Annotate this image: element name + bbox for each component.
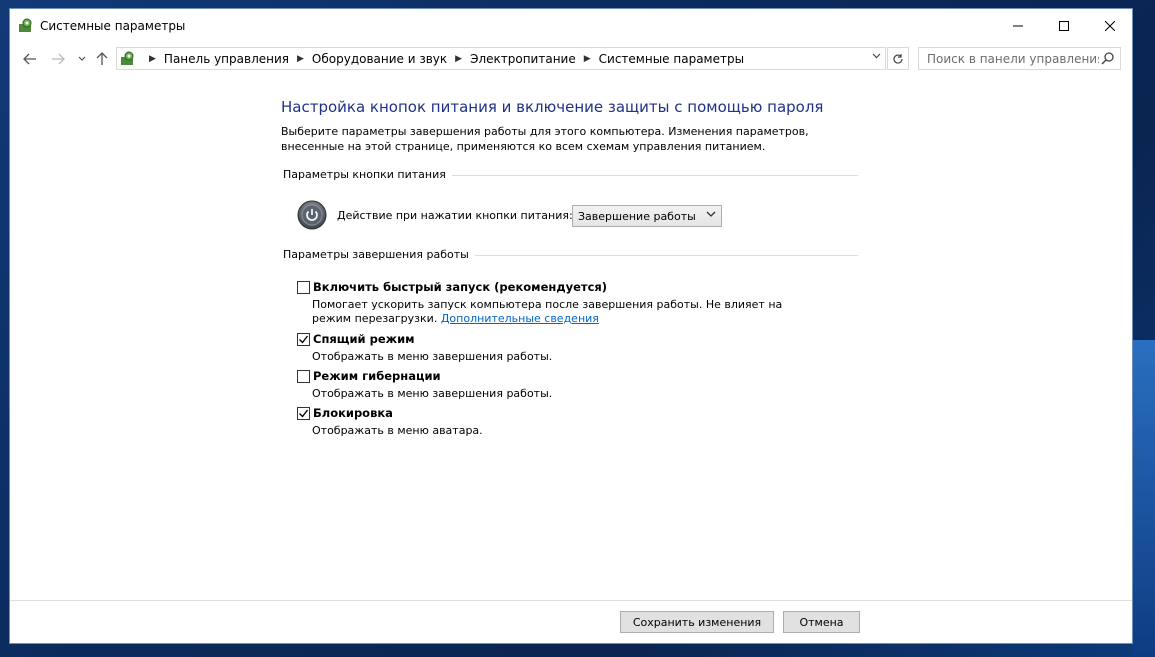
hibernate-label[interactable]: Режим гибернации <box>313 369 441 383</box>
back-button[interactable] <box>20 50 40 68</box>
minimize-button[interactable] <box>995 9 1041 42</box>
power-button-action-select[interactable]: Завершение работы <box>572 205 722 227</box>
checkmark-icon <box>299 335 309 344</box>
address-dropdown-icon[interactable] <box>872 52 881 62</box>
refresh-icon <box>893 53 903 64</box>
lock-description: Отображать в меню аватара. <box>312 424 483 437</box>
window-title: Системные параметры <box>40 19 186 33</box>
maximize-button[interactable] <box>1041 9 1087 42</box>
hibernate-checkbox[interactable] <box>297 370 310 383</box>
footer-divider <box>10 600 1132 601</box>
page-title: Настройка кнопок питания и включение защ… <box>281 98 824 116</box>
breadcrumb: ▶ Панель управления ▶ Оборудование и зву… <box>141 52 744 66</box>
control-panel-icon <box>19 18 32 32</box>
minimize-icon <box>1013 25 1023 26</box>
sleep-checkbox[interactable] <box>297 333 310 346</box>
checkmark-icon <box>299 409 309 418</box>
recent-pages-button[interactable] <box>72 50 92 68</box>
fast-startup-description: Помогает ускорить запуск компьютера посл… <box>312 298 822 326</box>
more-info-link[interactable]: Дополнительные сведения <box>441 312 599 325</box>
lock-label[interactable]: Блокировка <box>313 406 393 420</box>
power-icon <box>297 200 327 230</box>
back-arrow-icon <box>23 53 36 65</box>
chevron-right-icon[interactable]: ▶ <box>584 54 591 64</box>
sleep-description: Отображать в меню завершения работы. <box>312 350 553 363</box>
maximize-icon <box>1059 20 1069 31</box>
forward-arrow-icon <box>52 53 65 65</box>
main-content: Настройка кнопок питания и включение защ… <box>10 73 1132 598</box>
control-panel-window: Системные параметры ▶ Панель управления … <box>9 8 1133 644</box>
title-bar[interactable]: Системные параметры <box>10 9 1132 42</box>
refresh-button[interactable] <box>887 47 909 70</box>
up-arrow-icon <box>96 52 108 65</box>
search-input[interactable] <box>919 48 1099 69</box>
chevron-right-icon[interactable]: ▶ <box>297 54 304 64</box>
chevron-right-icon[interactable]: ▶ <box>149 54 156 64</box>
lock-checkbox[interactable] <box>297 407 310 420</box>
fast-startup-label[interactable]: Включить быстрый запуск (рекомендуется) <box>313 280 607 294</box>
chevron-down-icon <box>706 211 716 217</box>
power-button-action-value: Завершение работы <box>578 210 696 223</box>
control-panel-icon <box>121 51 134 65</box>
hibernate-description: Отображать в меню завершения работы. <box>312 387 553 400</box>
up-button[interactable] <box>92 50 112 68</box>
shutdown-group-label: Параметры завершения работы <box>283 248 475 261</box>
breadcrumb-power-options[interactable]: Электропитание <box>470 52 576 66</box>
desktop-glow <box>1132 340 1155 657</box>
save-changes-button[interactable]: Сохранить изменения <box>620 611 774 633</box>
breadcrumb-control-panel[interactable]: Панель управления <box>164 52 289 66</box>
navigation-bar: ▶ Панель управления ▶ Оборудование и зву… <box>10 45 1132 73</box>
search-icon[interactable] <box>1101 52 1114 65</box>
page-description: Выберите параметры завершения работы для… <box>281 125 809 153</box>
address-bar[interactable]: ▶ Панель управления ▶ Оборудование и зву… <box>116 47 886 70</box>
forward-button[interactable] <box>48 50 68 68</box>
sleep-label[interactable]: Спящий режим <box>313 332 415 346</box>
power-button-action-label: Действие при нажатии кнопки питания: <box>337 209 573 222</box>
power-button-group-label: Параметры кнопки питания <box>283 168 452 181</box>
breadcrumb-system-settings[interactable]: Системные параметры <box>599 52 744 66</box>
breadcrumb-hardware-sound[interactable]: Оборудование и звук <box>312 52 447 66</box>
chevron-right-icon[interactable]: ▶ <box>455 54 462 64</box>
close-icon <box>1105 20 1115 31</box>
chevron-down-icon <box>78 56 86 61</box>
fast-startup-checkbox[interactable] <box>297 281 310 294</box>
search-box[interactable] <box>918 47 1121 70</box>
close-button[interactable] <box>1087 9 1133 42</box>
cancel-button[interactable]: Отмена <box>783 611 860 633</box>
